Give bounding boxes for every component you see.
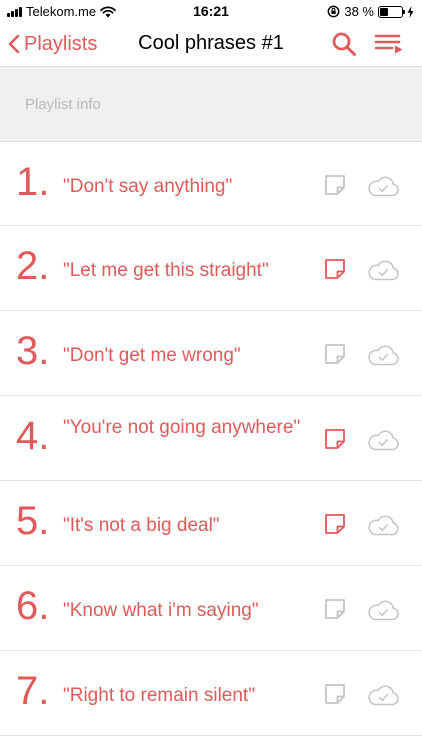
list-item[interactable]: 1. "Don't say anything"	[0, 141, 422, 226]
phrase-text: "Don't get me wrong"	[63, 345, 241, 366]
phrase-text: "It's not a big deal"	[63, 515, 220, 536]
phrase-number: 2.	[16, 244, 50, 288]
phrase-number: 4.	[16, 414, 50, 458]
phrase-text: "Don't say anything"	[63, 176, 233, 197]
cloud-check-icon[interactable]	[366, 514, 400, 536]
status-bar: Telekom.me 16:21 38 %	[0, 0, 422, 22]
charging-bolt-icon	[407, 5, 414, 18]
note-active-icon[interactable]	[323, 427, 347, 451]
chevron-left-icon	[8, 34, 20, 54]
list-item[interactable]: 4. "You're not going anywhere"	[0, 396, 422, 481]
search-icon	[332, 32, 356, 56]
phrase-text: "Let me get this straight"	[63, 260, 269, 281]
phrase-number: 7.	[16, 669, 50, 713]
note-icon[interactable]	[323, 173, 347, 197]
phrase-text: "Know what i'm saying"	[63, 600, 259, 621]
phrase-number: 6.	[16, 584, 50, 628]
phrase-text: "Right to remain silent"	[63, 685, 255, 706]
back-button-label: Playlists	[24, 32, 98, 55]
playlist-info-section[interactable]: Playlist info	[0, 66, 422, 141]
back-button[interactable]: Playlists	[8, 28, 97, 60]
note-icon[interactable]	[323, 597, 347, 621]
phrase-number: 5.	[16, 499, 50, 543]
note-icon[interactable]	[323, 682, 347, 706]
cloud-check-icon[interactable]	[366, 684, 400, 706]
cloud-check-icon[interactable]	[366, 259, 400, 281]
note-active-icon[interactable]	[323, 512, 347, 536]
list-item[interactable]: 2. "Let me get this straight"	[0, 226, 422, 311]
phrase-text: "You're not going anywhere"	[63, 417, 301, 438]
cloud-check-icon[interactable]	[366, 599, 400, 621]
note-active-icon[interactable]	[323, 257, 347, 281]
cloud-check-icon[interactable]	[366, 175, 400, 197]
orientation-lock-icon	[327, 5, 340, 18]
playlist-info-label: Playlist info	[25, 96, 101, 113]
playlist-menu-button[interactable]	[372, 28, 406, 60]
list-item[interactable]: 3. "Don't get me wrong"	[0, 311, 422, 396]
cloud-check-icon[interactable]	[366, 344, 400, 366]
list-item[interactable]: 5. "It's not a big deal"	[0, 481, 422, 566]
playlist-menu-icon	[374, 34, 403, 54]
navigation-bar: Playlists Cool phrases #1	[0, 22, 422, 66]
list-item[interactable]: 7. "Right to remain silent"	[0, 651, 422, 736]
phrase-list: 1. "Don't say anything" 2. "Let me get t…	[0, 141, 422, 736]
cloud-check-icon[interactable]	[366, 429, 400, 451]
battery-percent: 38 %	[344, 4, 374, 19]
battery-icon	[378, 5, 405, 18]
phrase-number: 3.	[16, 329, 50, 373]
status-right: 38 %	[327, 4, 414, 19]
list-item[interactable]: 6. "Know what i'm saying"	[0, 566, 422, 651]
phrase-number: 1.	[16, 160, 50, 204]
search-button[interactable]	[327, 28, 361, 60]
note-icon[interactable]	[323, 342, 347, 366]
battery-level	[380, 7, 388, 16]
